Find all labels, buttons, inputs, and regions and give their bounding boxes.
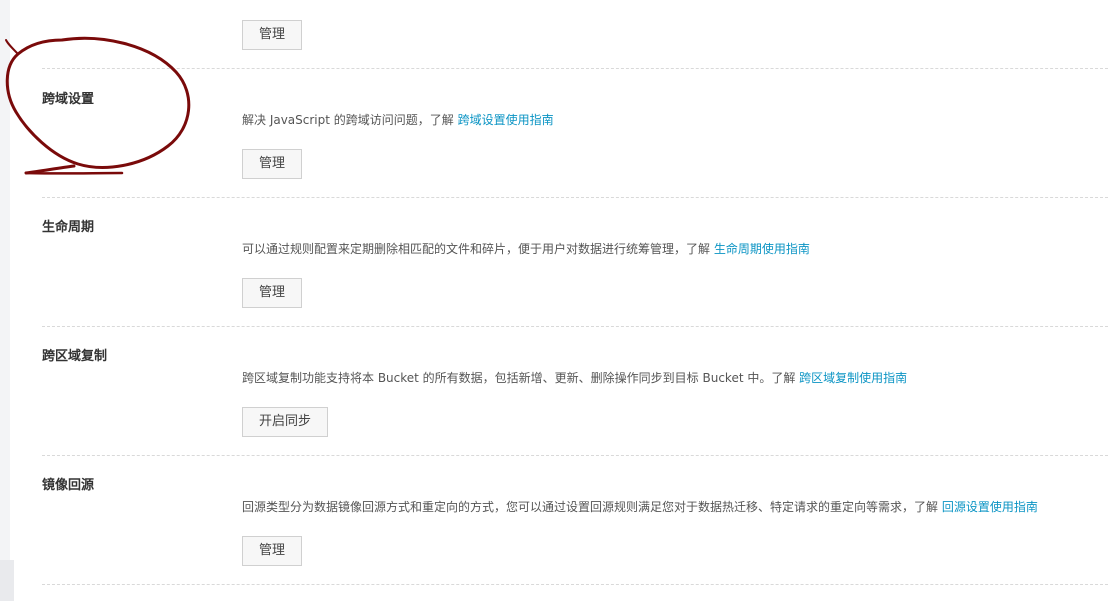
- cors-manage-button[interactable]: 管理: [242, 149, 303, 179]
- section-divider: [42, 197, 1108, 198]
- section-divider: [42, 584, 1108, 585]
- hand-drawn-circle-annotation: [5, 36, 191, 175]
- section-divider: [42, 455, 1108, 456]
- settings-page: 管理 跨域设置 解决 JavaScript 的跨域访问问题，了解 跨域设置使用指…: [0, 0, 1108, 601]
- section-divider: [42, 68, 1108, 69]
- cors-description: 解决 JavaScript 的跨域访问问题，了解 跨域设置使用指南: [242, 111, 554, 128]
- left-sidebar-bottom-block: [0, 560, 14, 601]
- cross-region-replication-description: 跨区域复制功能支持将本 Bucket 的所有数据，包括新增、更新、删除操作同步到…: [242, 369, 907, 386]
- cors-description-text: 解决 JavaScript 的跨域访问问题，了解: [242, 113, 458, 127]
- mirror-back-to-origin-description-text: 回源类型分为数据镜像回源方式和重定向的方式，您可以通过设置回源规则满足您对于数据…: [242, 500, 942, 514]
- enable-sync-button[interactable]: 开启同步: [242, 407, 329, 437]
- mirror-manage-button[interactable]: 管理: [242, 536, 303, 566]
- mirror-back-to-origin-description: 回源类型分为数据镜像回源方式和重定向的方式，您可以通过设置回源规则满足您对于数据…: [242, 498, 1038, 515]
- top-manage-button[interactable]: 管理: [242, 20, 303, 50]
- left-sidebar-edge: [0, 0, 10, 601]
- cors-section-title: 跨域设置: [42, 92, 95, 107]
- cors-guide-link[interactable]: 跨域设置使用指南: [458, 113, 554, 127]
- section-divider: [42, 326, 1108, 327]
- mirror-back-to-origin-guide-link[interactable]: 回源设置使用指南: [942, 500, 1038, 514]
- lifecycle-description-text: 可以通过规则配置来定期删除相匹配的文件和碎片，便于用户对数据进行统筹管理，了解: [242, 242, 714, 256]
- lifecycle-manage-button[interactable]: 管理: [242, 278, 303, 308]
- lifecycle-guide-link[interactable]: 生命周期使用指南: [714, 242, 810, 256]
- lifecycle-description: 可以通过规则配置来定期删除相匹配的文件和碎片，便于用户对数据进行统筹管理，了解 …: [242, 240, 810, 257]
- cross-region-replication-section-title: 跨区域复制: [42, 349, 108, 364]
- lifecycle-section-title: 生命周期: [42, 220, 95, 235]
- cross-region-replication-description-text: 跨区域复制功能支持将本 Bucket 的所有数据，包括新增、更新、删除操作同步到…: [242, 371, 800, 385]
- cross-region-replication-guide-link[interactable]: 跨区域复制使用指南: [799, 371, 907, 385]
- mirror-back-to-origin-section-title: 镜像回源: [42, 478, 95, 493]
